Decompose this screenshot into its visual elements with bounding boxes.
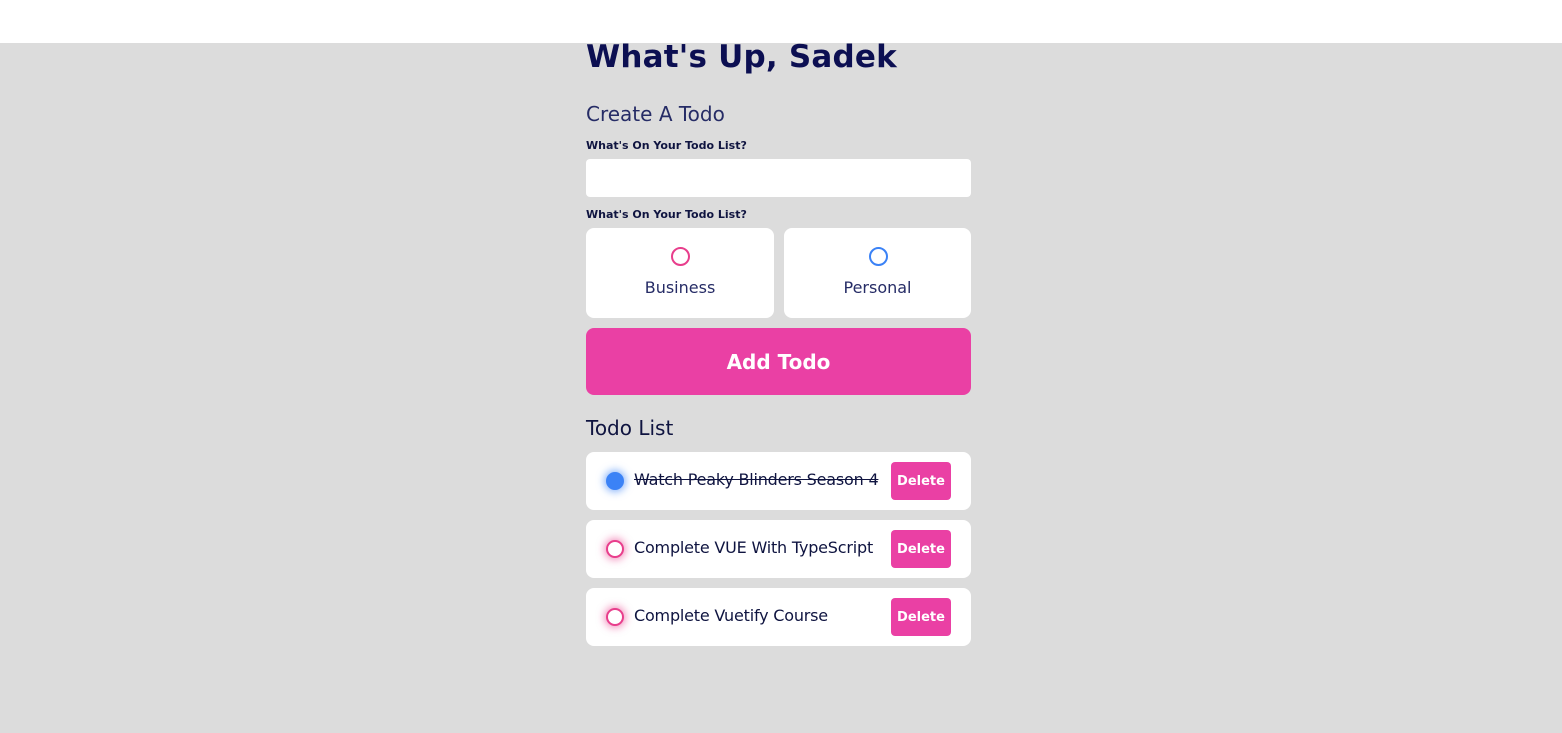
todo-content-label: What's On Your Todo List? bbox=[586, 139, 747, 152]
todo-item-text[interactable]: Complete Vuetify Course bbox=[634, 606, 890, 630]
add-todo-button[interactable]: Add Todo bbox=[586, 328, 971, 395]
top-bar bbox=[0, 0, 1562, 43]
business-radio-icon[interactable] bbox=[671, 247, 690, 266]
category-business-label: Business bbox=[644, 278, 716, 297]
todo-item: Complete VUE With TypeScript Delete bbox=[586, 520, 971, 578]
personal-radio-icon[interactable] bbox=[868, 247, 888, 266]
category-label: What's On Your Todo List? bbox=[586, 208, 747, 221]
todo-list: Watch Peaky Blinders Season 4 Delete Com… bbox=[586, 452, 971, 656]
todo-checkbox-icon[interactable] bbox=[606, 540, 624, 558]
todo-checkbox-icon[interactable] bbox=[606, 472, 624, 490]
todo-list-title: Todo List bbox=[586, 416, 674, 440]
todo-content-input[interactable] bbox=[586, 159, 971, 197]
todo-item-text[interactable]: Watch Peaky Blinders Season 4 bbox=[634, 470, 890, 494]
greeting-title: What's Up, Sadek bbox=[586, 39, 897, 75]
delete-todo-button[interactable]: Delete bbox=[891, 598, 951, 636]
page-body: What's Up, Sadek Create A Todo What's On… bbox=[0, 39, 1562, 733]
todo-item: Complete Vuetify Course Delete bbox=[586, 588, 971, 646]
todo-checkbox-icon[interactable] bbox=[606, 608, 624, 626]
delete-todo-button[interactable]: Delete bbox=[891, 530, 951, 568]
create-todo-title: Create A Todo bbox=[586, 102, 725, 126]
category-personal-label: Personal bbox=[843, 278, 912, 297]
delete-todo-button[interactable]: Delete bbox=[891, 462, 951, 500]
category-option-personal[interactable]: Personal bbox=[784, 228, 971, 318]
todo-item-text[interactable]: Complete VUE With TypeScript bbox=[634, 538, 890, 562]
todo-item: Watch Peaky Blinders Season 4 Delete bbox=[586, 452, 971, 510]
category-option-business[interactable]: Business bbox=[586, 228, 774, 318]
